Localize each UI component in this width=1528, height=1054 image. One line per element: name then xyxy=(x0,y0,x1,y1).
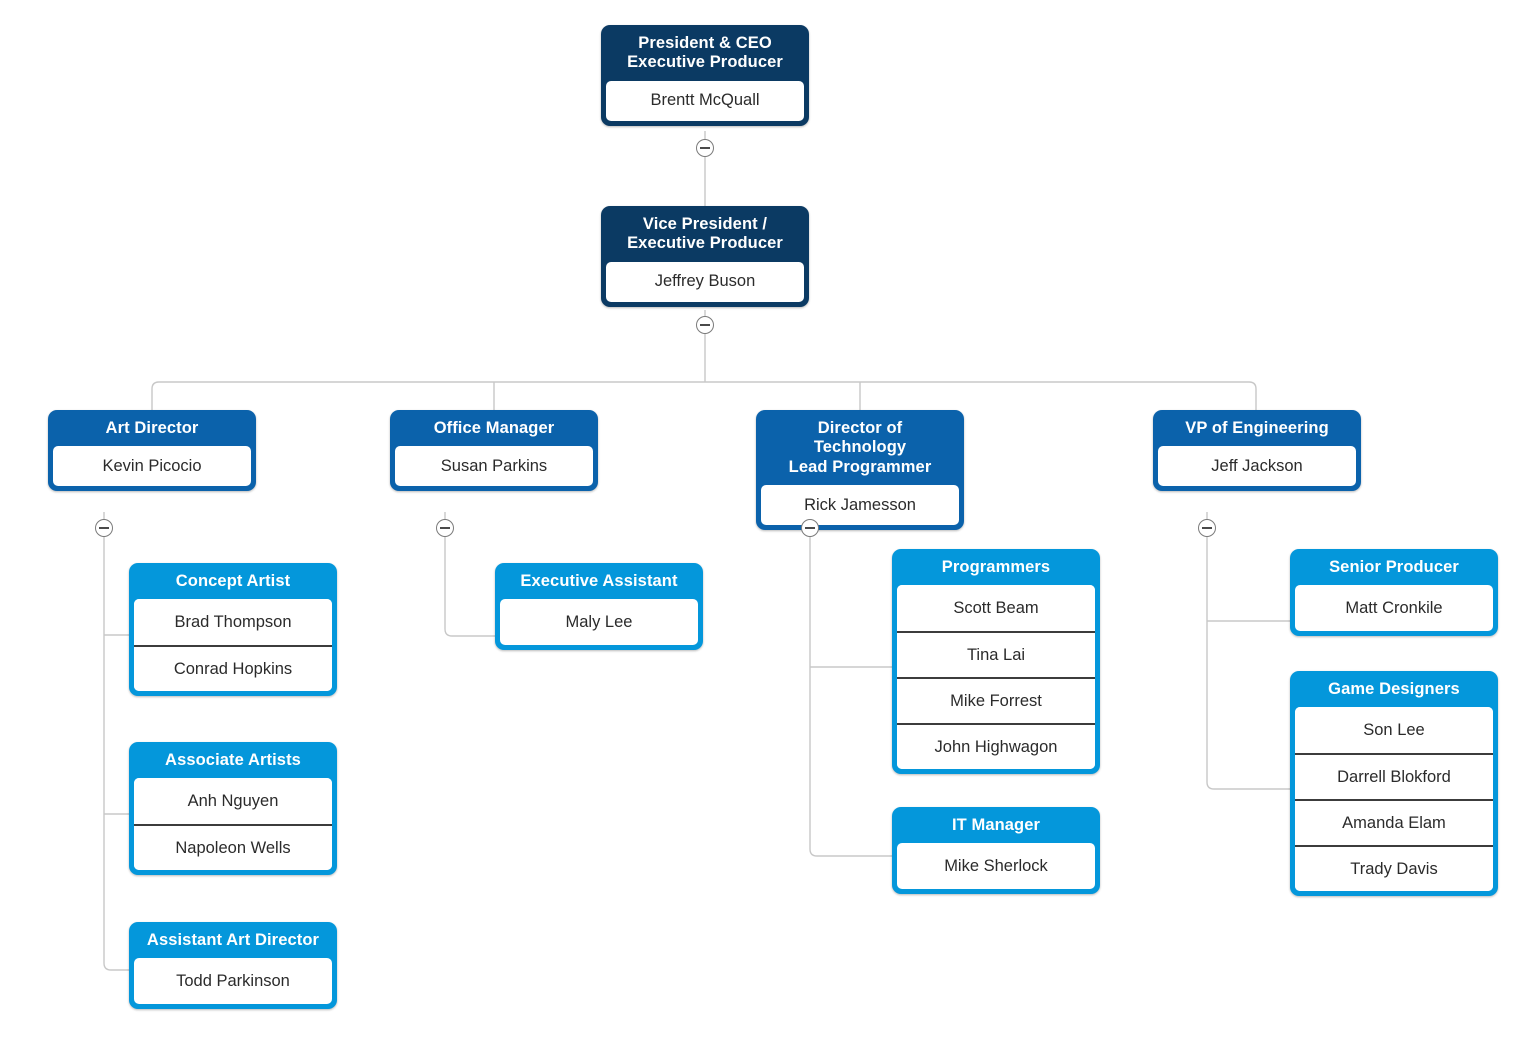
node-members: Todd Parkinson xyxy=(134,958,332,1005)
node-president-ceo[interactable]: President & CEO Executive Producer Brent… xyxy=(601,25,809,126)
member-row[interactable]: Todd Parkinson xyxy=(134,958,332,1005)
node-members: Maly Lee xyxy=(500,599,698,646)
node-title: Concept Artist xyxy=(175,572,291,590)
node-title: Game Designers xyxy=(1328,680,1460,698)
collapse-toggle-office-manager[interactable] xyxy=(436,519,454,537)
node-title: Senior Producer xyxy=(1329,558,1459,576)
node-members: Mike Sherlock xyxy=(897,843,1095,890)
node-title: Executive Assistant xyxy=(520,572,678,590)
member-row[interactable]: Jeffrey Buson xyxy=(606,261,804,302)
member-row[interactable]: Matt Cronkile xyxy=(1295,585,1493,632)
org-chart-canvas: President & CEO Executive Producer Brent… xyxy=(0,0,1528,1054)
node-assistant-art-director[interactable]: Assistant Art Director Todd Parkinson xyxy=(129,922,337,1010)
node-members: Scott Beam Tina Lai Mike Forrest John Hi… xyxy=(897,585,1095,770)
member-row[interactable]: John Highwagon xyxy=(897,723,1095,770)
node-members: Kevin Picocio xyxy=(53,446,251,487)
member-row[interactable]: Susan Parkins xyxy=(395,446,593,487)
member-row[interactable]: Scott Beam xyxy=(897,585,1095,632)
node-members: Jeffrey Buson xyxy=(606,261,804,302)
edge-dirtech-spine xyxy=(809,512,893,857)
node-vp-of-engineering[interactable]: VP of Engineering Jeff Jackson xyxy=(1153,410,1361,492)
edge-artdir-spine xyxy=(103,512,130,971)
node-title: Vice President / Executive Producer xyxy=(627,215,783,253)
node-title: IT Manager xyxy=(951,816,1041,834)
member-row[interactable]: Maly Lee xyxy=(500,599,698,646)
node-members: Anh Nguyen Napoleon Wells xyxy=(134,778,332,871)
node-title: Programmers xyxy=(941,558,1051,576)
node-senior-producer[interactable]: Senior Producer Matt Cronkile xyxy=(1290,549,1498,637)
node-director-of-technology[interactable]: Director of Technology Lead Programmer R… xyxy=(756,410,964,531)
member-row[interactable]: Mike Forrest xyxy=(897,677,1095,724)
node-members: Jeff Jackson xyxy=(1158,446,1356,487)
member-row[interactable]: Amanda Elam xyxy=(1295,799,1493,846)
member-row[interactable]: Anh Nguyen xyxy=(134,778,332,825)
node-members: Rick Jamesson xyxy=(761,485,959,526)
node-title: Office Manager xyxy=(433,419,555,437)
member-row[interactable]: Kevin Picocio xyxy=(53,446,251,487)
node-title: Director of Technology Lead Programmer xyxy=(788,419,932,476)
edge-level2-bus xyxy=(151,381,1257,410)
collapse-toggle-director-technology[interactable] xyxy=(801,519,819,537)
node-members: Brad Thompson Conrad Hopkins xyxy=(134,599,332,692)
node-concept-artist[interactable]: Concept Artist Brad Thompson Conrad Hopk… xyxy=(129,563,337,697)
member-row[interactable]: Brentt McQuall xyxy=(606,80,804,121)
member-row[interactable]: Darrell Blokford xyxy=(1295,753,1493,800)
node-programmers[interactable]: Programmers Scott Beam Tina Lai Mike For… xyxy=(892,549,1100,775)
member-row[interactable]: Napoleon Wells xyxy=(134,824,332,871)
member-row[interactable]: Conrad Hopkins xyxy=(134,645,332,692)
node-vice-president[interactable]: Vice President / Executive Producer Jeff… xyxy=(601,206,809,307)
collapse-toggle-vp[interactable] xyxy=(696,316,714,334)
member-row[interactable]: Jeff Jackson xyxy=(1158,446,1356,487)
collapse-toggle-ceo[interactable] xyxy=(696,139,714,157)
member-row[interactable]: Tina Lai xyxy=(897,631,1095,678)
node-title: Art Director xyxy=(105,419,199,437)
member-row[interactable]: Son Lee xyxy=(1295,707,1493,754)
node-associate-artists[interactable]: Associate Artists Anh Nguyen Napoleon We… xyxy=(129,742,337,876)
collapse-toggle-vp-engineering[interactable] xyxy=(1198,519,1216,537)
node-office-manager[interactable]: Office Manager Susan Parkins xyxy=(390,410,598,492)
node-members: Son Lee Darrell Blokford Amanda Elam Tra… xyxy=(1295,707,1493,892)
node-executive-assistant[interactable]: Executive Assistant Maly Lee xyxy=(495,563,703,651)
node-title: President & CEO Executive Producer xyxy=(627,34,783,72)
node-art-director[interactable]: Art Director Kevin Picocio xyxy=(48,410,256,492)
node-members: Matt Cronkile xyxy=(1295,585,1493,632)
member-row[interactable]: Rick Jamesson xyxy=(761,485,959,526)
node-members: Susan Parkins xyxy=(395,446,593,487)
node-title: VP of Engineering xyxy=(1185,419,1329,437)
edge-vpeng-spine xyxy=(1206,512,1291,790)
node-members: Brentt McQuall xyxy=(606,80,804,121)
node-title: Associate Artists xyxy=(165,751,301,769)
node-game-designers[interactable]: Game Designers Son Lee Darrell Blokford … xyxy=(1290,671,1498,897)
node-it-manager[interactable]: IT Manager Mike Sherlock xyxy=(892,807,1100,895)
collapse-toggle-art-director[interactable] xyxy=(95,519,113,537)
member-row[interactable]: Brad Thompson xyxy=(134,599,332,646)
member-row[interactable]: Mike Sherlock xyxy=(897,843,1095,890)
member-row[interactable]: Trady Davis xyxy=(1295,845,1493,892)
node-title: Assistant Art Director xyxy=(146,931,320,949)
